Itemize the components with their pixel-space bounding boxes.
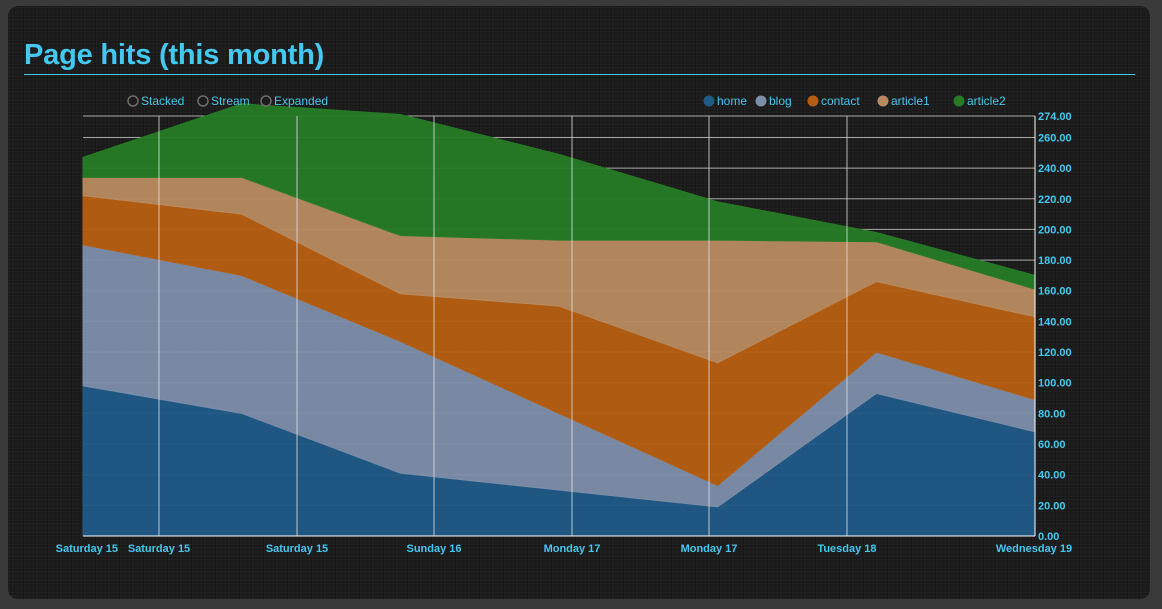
y-tick-label: 200.00 bbox=[1038, 224, 1072, 236]
y-tick-label: 180.00 bbox=[1038, 255, 1072, 267]
y-tick-label: 220.00 bbox=[1038, 194, 1072, 206]
control-label[interactable]: Stream bbox=[211, 94, 250, 108]
y-tick-label: 274.00 bbox=[1038, 111, 1072, 123]
legend-item-home[interactable]: home bbox=[703, 94, 748, 108]
legend-item-blog[interactable]: blog bbox=[755, 94, 792, 108]
legend-dot-icon bbox=[877, 95, 889, 107]
y-tick-label: 60.00 bbox=[1038, 439, 1066, 451]
chart-style-controls[interactable]: Stacked Stream Expanded bbox=[127, 94, 328, 108]
legend-label[interactable]: home bbox=[717, 94, 747, 108]
y-tick-label: 40.00 bbox=[1038, 470, 1066, 482]
legend-dot-icon bbox=[703, 95, 715, 107]
radio-icon[interactable] bbox=[197, 95, 209, 107]
y-tick-label: 100.00 bbox=[1038, 378, 1072, 390]
chart-legend[interactable]: home blog contact article1 article2 bbox=[703, 94, 1007, 108]
stacked-area-chart: Saturday 15 Saturday 15 Saturday 15 Sunday … bbox=[56, 94, 1072, 555]
x-tick-label: Wednesday 19 bbox=[996, 543, 1072, 555]
radio-icon[interactable] bbox=[260, 95, 272, 107]
y-tick-label: 260.00 bbox=[1038, 132, 1072, 144]
y-tick-label: 240.00 bbox=[1038, 163, 1072, 175]
y-tick-label: 120.00 bbox=[1038, 347, 1072, 359]
x-axis: Saturday 15 Saturday 15 Saturday 15 Sunday … bbox=[56, 543, 1072, 555]
radio-icon[interactable] bbox=[127, 95, 139, 107]
x-tick-label: Tuesday 18 bbox=[817, 543, 876, 555]
x-tick-label: Sunday 16 bbox=[406, 543, 461, 555]
legend-item-article1[interactable]: article1 bbox=[877, 94, 931, 108]
control-stream[interactable]: Stream bbox=[197, 94, 250, 108]
y-tick-label: 160.00 bbox=[1038, 286, 1072, 298]
y-tick-label: 140.00 bbox=[1038, 316, 1072, 328]
legend-dot-icon bbox=[807, 95, 819, 107]
legend-label[interactable]: contact bbox=[821, 94, 860, 108]
y-tick-label: 20.00 bbox=[1038, 500, 1066, 512]
legend-dot-icon bbox=[755, 95, 767, 107]
legend-label[interactable]: blog bbox=[769, 94, 792, 108]
legend-item-contact[interactable]: contact bbox=[807, 94, 861, 108]
control-label[interactable]: Expanded bbox=[274, 94, 328, 108]
legend-label[interactable]: article2 bbox=[967, 94, 1006, 108]
control-label[interactable]: Stacked bbox=[141, 94, 184, 108]
x-tick-label: Monday 17 bbox=[544, 543, 601, 555]
x-tick-label: Saturday 15 bbox=[128, 543, 190, 555]
y-tick-label: 80.00 bbox=[1038, 408, 1066, 420]
y-tick-label: 0.00 bbox=[1038, 531, 1059, 543]
x-tick-label: Saturday 15 bbox=[56, 543, 118, 555]
legend-dot-icon bbox=[953, 95, 965, 107]
x-tick-label: Saturday 15 bbox=[266, 543, 328, 555]
x-tick-label: Monday 17 bbox=[681, 543, 738, 555]
legend-item-article2[interactable]: article2 bbox=[953, 94, 1007, 108]
legend-label[interactable]: article1 bbox=[891, 94, 930, 108]
control-stacked[interactable]: Stacked bbox=[127, 94, 184, 108]
